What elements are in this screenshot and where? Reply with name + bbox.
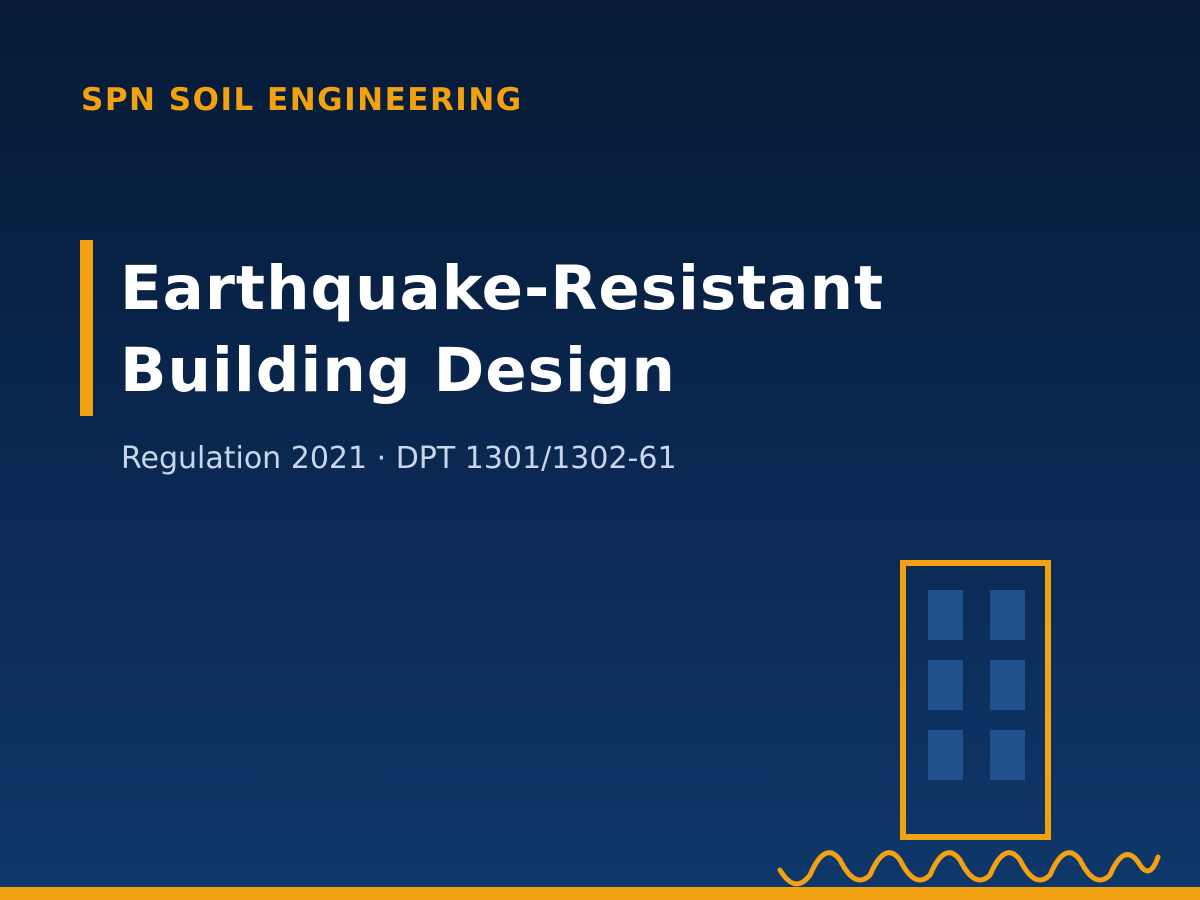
building-illustration <box>777 560 1161 887</box>
building-outline <box>900 560 1051 840</box>
building-window <box>928 730 963 780</box>
seismic-wave-icon <box>777 850 1161 887</box>
building-window <box>990 660 1025 710</box>
building-window <box>990 730 1025 780</box>
ground-line <box>0 887 1200 900</box>
building-window <box>928 660 963 710</box>
building-window <box>928 590 963 640</box>
building-window <box>990 590 1025 640</box>
title-slide: SPN SOIL ENGINEERING Earthquake-Resistan… <box>0 0 1200 900</box>
building-icon <box>900 560 1051 840</box>
